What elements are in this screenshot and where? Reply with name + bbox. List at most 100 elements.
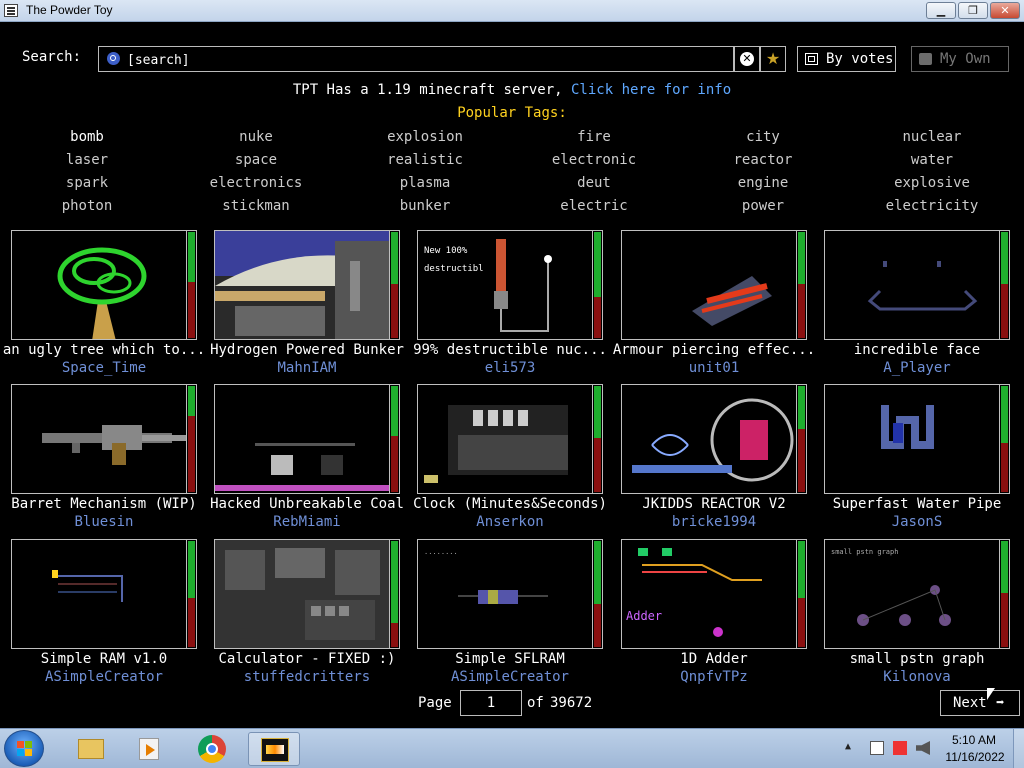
maximize-button[interactable]: ❐: [958, 2, 988, 19]
show-desktop-button[interactable]: [1013, 729, 1024, 768]
save-title[interactable]: 99% destructible nuc...: [405, 342, 615, 358]
save-card[interactable]: Hydrogen Powered Bunker MahnIAM: [210, 230, 404, 378]
clear-search-button[interactable]: ✕: [734, 46, 760, 72]
next-page-button[interactable]: Next ➡: [940, 690, 1020, 716]
save-card[interactable]: Calculator - FIXED :) stuffedcritters: [214, 539, 400, 687]
save-title[interactable]: an ugly tree which to...: [0, 342, 209, 358]
save-title[interactable]: incredible face: [812, 342, 1022, 358]
taskbar-chrome[interactable]: [186, 732, 238, 766]
tag-laser[interactable]: laser: [17, 152, 157, 168]
tag-nuclear[interactable]: nuclear: [862, 129, 1002, 145]
tag-electric[interactable]: electric: [524, 198, 664, 214]
minimize-button[interactable]: ▁: [926, 2, 956, 19]
save-thumbnail[interactable]: [11, 539, 187, 649]
save-author[interactable]: MahnIAM: [202, 360, 412, 376]
tag-water[interactable]: water: [862, 152, 1002, 168]
save-thumbnail[interactable]: [214, 539, 390, 649]
save-thumbnail[interactable]: New 100% destructibl: [417, 230, 593, 340]
save-author[interactable]: Space_Time: [0, 360, 209, 376]
tag-bomb[interactable]: bomb: [17, 129, 157, 145]
save-title[interactable]: Simple SFLRAM: [405, 651, 615, 667]
save-title[interactable]: Superfast Water Pipe: [812, 496, 1022, 512]
save-author[interactable]: JasonS: [812, 514, 1022, 530]
save-author[interactable]: ASimpleCreator: [0, 669, 209, 685]
tag-electronics[interactable]: electronics: [186, 175, 326, 191]
tag-electricity[interactable]: electricity: [862, 198, 1002, 214]
save-title[interactable]: Barret Mechanism (WIP): [0, 496, 209, 512]
save-author[interactable]: eli573: [405, 360, 615, 376]
save-thumbnail[interactable]: [824, 230, 1000, 340]
save-author[interactable]: RebMiami: [202, 514, 412, 530]
taskbar-powder-toy[interactable]: [248, 732, 300, 766]
save-title[interactable]: 1D Adder: [609, 651, 819, 667]
favorites-button[interactable]: ★: [760, 46, 786, 72]
taskbar-media-player[interactable]: [123, 732, 175, 766]
save-card[interactable]: small pstn graph small pstn graph Kilonova: [824, 539, 1010, 687]
close-button[interactable]: ✕: [990, 2, 1020, 19]
save-thumbnail[interactable]: small pstn graph: [824, 539, 1000, 649]
tag-bunker[interactable]: bunker: [355, 198, 495, 214]
save-title[interactable]: small pstn graph: [812, 651, 1022, 667]
save-thumbnail[interactable]: [417, 384, 593, 494]
save-author[interactable]: unit01: [609, 360, 819, 376]
save-card[interactable]: Clock (Minutes&Seconds) Anserkon: [413, 384, 607, 532]
save-card[interactable]: an ugly tree which to... Space_Time: [3, 230, 205, 378]
tag-reactor[interactable]: reactor: [693, 152, 833, 168]
save-card[interactable]: Barret Mechanism (WIP) Bluesin: [11, 384, 197, 532]
action-center-icon[interactable]: [870, 741, 884, 755]
page-number-input[interactable]: [460, 690, 522, 716]
save-thumbnail[interactable]: ........: [417, 539, 593, 649]
save-thumbnail[interactable]: [214, 384, 390, 494]
save-author[interactable]: QnpfvTPz: [609, 669, 819, 685]
save-card[interactable]: JKIDDS REACTOR V2 bricke1994: [621, 384, 807, 532]
save-thumbnail[interactable]: [214, 230, 390, 340]
tray-expand-icon[interactable]: ▲: [845, 741, 851, 752]
save-card[interactable]: Adder 1D Adder QnpfvTPz: [621, 539, 807, 687]
tag-photon[interactable]: photon: [17, 198, 157, 214]
save-card[interactable]: Hacked Unbreakable Coal RebMiami: [210, 384, 404, 532]
save-title[interactable]: Hydrogen Powered Bunker: [202, 342, 412, 358]
save-title[interactable]: Calculator - FIXED :): [202, 651, 412, 667]
save-title[interactable]: Clock (Minutes&Seconds): [405, 496, 615, 512]
save-card[interactable]: New 100% destructibl 99% destructible nuc.…: [413, 230, 607, 378]
save-author[interactable]: Bluesin: [0, 514, 209, 530]
save-thumbnail[interactable]: Adder: [621, 539, 797, 649]
tag-spark[interactable]: spark: [17, 175, 157, 191]
save-author[interactable]: ASimpleCreator: [405, 669, 615, 685]
save-card[interactable]: Simple RAM v1.0 ASimpleCreator: [11, 539, 197, 687]
volume-icon[interactable]: [916, 741, 930, 755]
save-author[interactable]: Kilonova: [812, 669, 1022, 685]
tag-nuke[interactable]: nuke: [186, 129, 326, 145]
save-card[interactable]: Armour piercing effec... unit01: [613, 230, 815, 378]
clock-time[interactable]: 5:10 AM: [946, 733, 1002, 747]
save-author[interactable]: bricke1994: [609, 514, 819, 530]
search-box[interactable]: [98, 46, 734, 72]
tag-stickman[interactable]: stickman: [186, 198, 326, 214]
save-author[interactable]: A_Player: [812, 360, 1022, 376]
tag-power[interactable]: power: [693, 198, 833, 214]
save-title[interactable]: Hacked Unbreakable Coal: [202, 496, 412, 512]
tag-explosion[interactable]: explosion: [355, 129, 495, 145]
save-thumbnail[interactable]: [11, 230, 187, 340]
tag-explosive[interactable]: explosive: [862, 175, 1002, 191]
save-thumbnail[interactable]: [621, 384, 797, 494]
tag-realistic[interactable]: realistic: [355, 152, 495, 168]
tag-plasma[interactable]: plasma: [355, 175, 495, 191]
tag-electronic[interactable]: electronic: [524, 152, 664, 168]
announcement-link[interactable]: Click here for info: [571, 82, 731, 98]
save-title[interactable]: Armour piercing effec...: [609, 342, 819, 358]
save-thumbnail[interactable]: [621, 230, 797, 340]
network-icon[interactable]: [893, 741, 907, 755]
save-card[interactable]: incredible face A_Player: [824, 230, 1010, 378]
tag-fire[interactable]: fire: [524, 129, 664, 145]
taskbar-explorer[interactable]: [64, 732, 116, 766]
save-author[interactable]: Anserkon: [405, 514, 615, 530]
tag-deut[interactable]: deut: [524, 175, 664, 191]
window-titlebar[interactable]: The Powder Toy ▁ ❐ ✕: [0, 0, 1024, 22]
my-own-button[interactable]: My Own: [911, 46, 1009, 72]
tag-space[interactable]: space: [186, 152, 326, 168]
start-button[interactable]: [4, 730, 44, 767]
search-input[interactable]: [125, 49, 729, 71]
save-title[interactable]: JKIDDS REACTOR V2: [609, 496, 819, 512]
save-title[interactable]: Simple RAM v1.0: [0, 651, 209, 667]
